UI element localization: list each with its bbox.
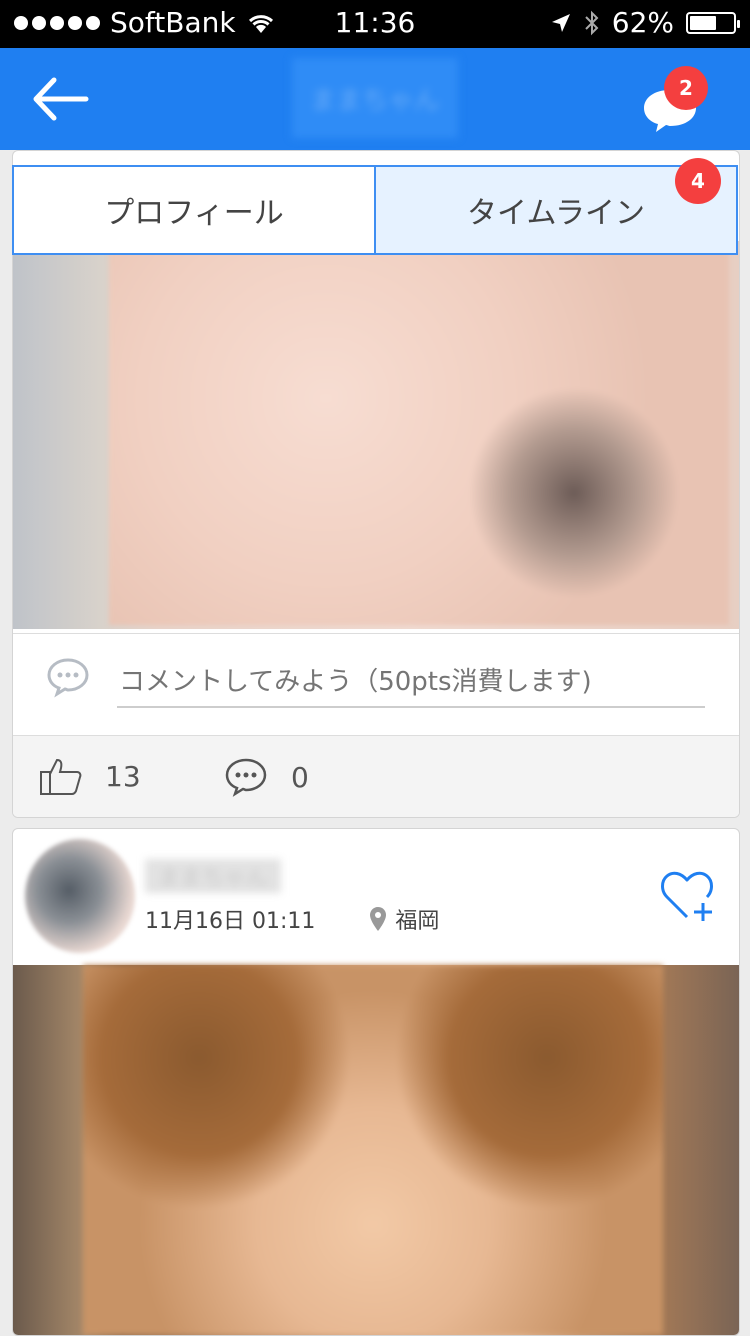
messages-badge: 2: [664, 66, 708, 110]
post-photo[interactable]: [13, 965, 739, 1335]
profile-tabs: プロフィール タイムライン: [12, 165, 738, 255]
avatar[interactable]: [25, 839, 135, 953]
comment-row: [13, 633, 739, 736]
battery-percent: 62%: [611, 6, 674, 39]
comment-count-button[interactable]: 0: [223, 756, 309, 798]
post-actions: 13 0: [13, 735, 739, 817]
comment-count: 0: [291, 760, 309, 794]
post-meta: 11月16日 01:11 福岡: [145, 903, 439, 935]
like-button[interactable]: 13: [39, 756, 141, 796]
timeline-badge: 4: [675, 158, 721, 204]
battery-icon: [686, 11, 740, 34]
comment-icon: [47, 658, 89, 698]
bluetooth-icon: [585, 10, 599, 35]
comment-input[interactable]: [117, 658, 705, 708]
messages-button[interactable]: 2: [640, 66, 710, 138]
location-pin-icon: [370, 907, 387, 931]
favorite-button[interactable]: [659, 869, 717, 927]
like-count: 13: [105, 759, 141, 793]
arrow-left-icon: [33, 77, 89, 121]
heart-plus-icon: [661, 871, 713, 921]
back-button[interactable]: [30, 74, 90, 124]
comment-icon: [225, 758, 267, 797]
location-arrow-icon: [551, 13, 570, 32]
tab-profile[interactable]: プロフィール: [14, 167, 374, 253]
status-bar: SoftBank 11:36 62%: [0, 0, 750, 48]
post-photo[interactable]: [13, 241, 739, 629]
timeline-post-card: ままちゃん 11月16日 01:11 福岡: [12, 828, 740, 1336]
post-location: 福岡: [395, 909, 440, 934]
thumbs-up-icon: [40, 758, 82, 795]
page-title: ままちゃん: [292, 58, 458, 138]
post-datetime: 11月16日 01:11: [145, 909, 316, 934]
post-username[interactable]: ままちゃん: [145, 859, 281, 893]
